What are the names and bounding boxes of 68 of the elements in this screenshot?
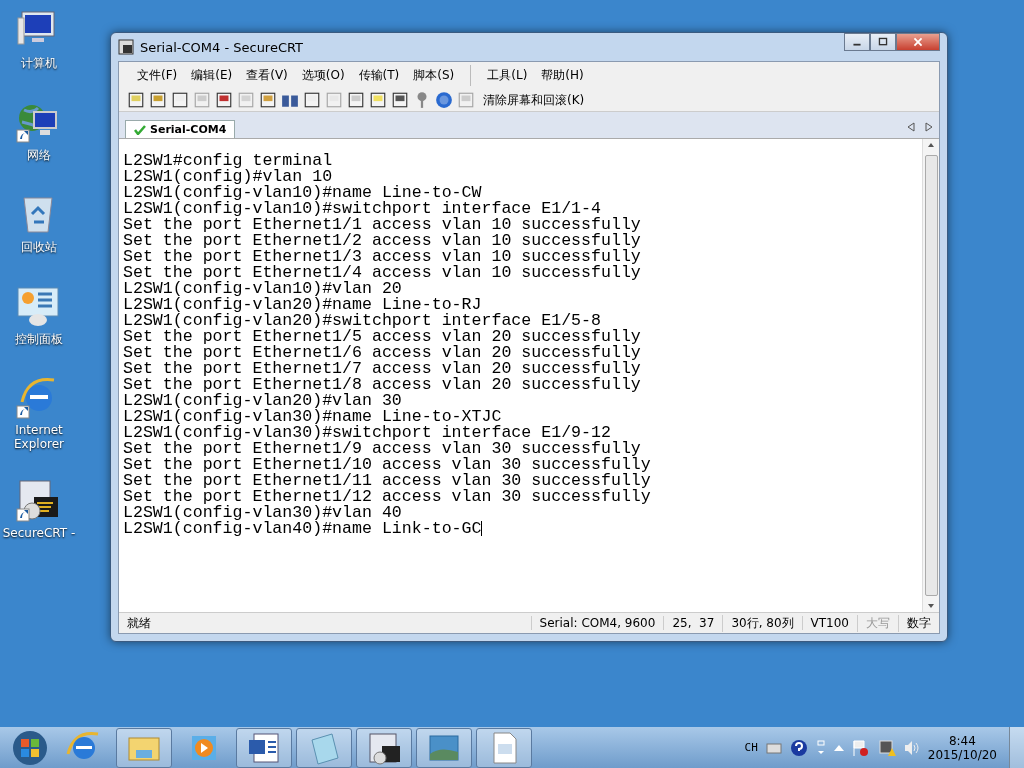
- text-cursor: [481, 521, 483, 537]
- terminal-line: Set the port Ethernet1/12 access vlan 30 successfully: [123, 489, 651, 505]
- terminal-line: L2SW1(config-vlan10)#switchport interface E1/1-4: [123, 201, 601, 217]
- desktop-icon-label[interactable]: 网络: [27, 147, 51, 164]
- terminal-line: L2SW1(config-vlan30)#switchport interface E1/9-12: [123, 425, 611, 441]
- taskbar-app-button[interactable]: [356, 727, 412, 768]
- status-field: 大写: [857, 614, 898, 632]
- clear-screen-label[interactable]: 清除屏幕和回滚(K): [483, 91, 585, 109]
- menu-item[interactable]: 传输(T): [352, 65, 406, 86]
- keyboard-icon[interactable]: [765, 741, 782, 754]
- terminal-line: L2SW1(config-vlan20)#name Line-to-RJ: [123, 297, 482, 313]
- help-icon[interactable]: [789, 738, 808, 757]
- menu-item[interactable]: 查看(V): [240, 65, 294, 86]
- status-field: VT100: [801, 616, 857, 630]
- terminal-line: Set the port Ethernet1/7 access vlan 20 successfully: [123, 361, 641, 377]
- maximize-button[interactable]: [870, 33, 896, 51]
- desktop-icon-label[interactable]: Internet Explorer: [14, 423, 64, 451]
- status-field: 30行, 80列: [722, 614, 802, 632]
- terminal-line: Set the port Ethernet1/2 access vlan 10 successfully: [123, 233, 641, 249]
- terminal-line: Set the port Ethernet1/4 access vlan 10 successfully: [123, 265, 641, 281]
- control-panel-icon[interactable]: [16, 284, 62, 328]
- terminal-line: L2SW1(config-vlan30)#name Line-to-XTJC: [123, 409, 502, 425]
- terminal-line: L2SW1(config-vlan10)#name Line-to-CW: [123, 185, 482, 201]
- menu-item[interactable]: 选项(O): [295, 65, 351, 86]
- desktop-icon-label[interactable]: SecureCRT -: [2, 526, 76, 540]
- terminal-line: Set the port Ethernet1/9 access vlan 30 successfully: [123, 441, 641, 457]
- desktop-icon-label[interactable]: 计算机: [21, 55, 57, 72]
- terminal-line: L2SW1(config-vlan10)#vlan 20: [123, 281, 402, 297]
- terminal-line: Set the port Ethernet1/8 access vlan 20 successfully: [123, 377, 641, 393]
- desktop-icon-label[interactable]: 控制面板: [15, 331, 63, 348]
- terminal-line: L2SW1#config terminal: [123, 153, 333, 169]
- menu-item[interactable]: 工具(L): [481, 65, 534, 86]
- minimize-button[interactable]: [844, 33, 870, 51]
- window-title: Serial-COM4 - SecureCRT: [140, 39, 304, 55]
- taskbar-app-button[interactable]: [236, 727, 292, 768]
- help-icon[interactable]: [435, 91, 453, 109]
- menu-item[interactable]: 文件(F): [131, 65, 184, 86]
- status-field: 25, 37: [663, 616, 723, 630]
- menu-item[interactable]: 脚本(S): [407, 65, 461, 86]
- terminal-line: L2SW1(config-vlan40)#name Link-to-GC: [123, 521, 483, 537]
- close-button[interactable]: [896, 33, 940, 51]
- tab-left-arrow-icon[interactable]: [907, 122, 915, 132]
- scrollbar[interactable]: [922, 139, 939, 612]
- terminal-line: Set the port Ethernet1/3 access vlan 10 successfully: [123, 249, 641, 265]
- terminal-line: L2SW1(config-vlan20)#vlan 30: [123, 393, 402, 409]
- terminal-line: Set the port Ethernet1/10 access vlan 30 successfully: [123, 457, 651, 473]
- terminal-line: L2SW1(config)#vlan 10: [123, 169, 333, 185]
- tab-right-arrow-icon[interactable]: [925, 122, 933, 132]
- app-window-icon: [118, 39, 134, 55]
- status-field: 就绪: [119, 614, 159, 632]
- clock-time[interactable]: 8:44: [948, 733, 976, 748]
- clock-date[interactable]: 2015/10/20: [927, 747, 997, 762]
- caret-up-icon[interactable]: [833, 743, 844, 752]
- terminal-line: Set the port Ethernet1/11 access vlan 30 successfully: [123, 473, 651, 489]
- terminal-line: Set the port Ethernet1/5 access vlan 20 successfully: [123, 329, 641, 345]
- menu-item[interactable]: 编辑(E): [185, 65, 239, 86]
- terminal-line: Set the port Ethernet1/1 access vlan 10 successfully: [123, 217, 641, 233]
- status-field: 数字: [898, 614, 939, 632]
- restore-icon[interactable]: [815, 739, 826, 756]
- terminal-line: L2SW1(config-vlan20)#switchport interface E1/5-8: [123, 313, 601, 329]
- terminal-line: L2SW1(config-vlan30)#vlan 40: [123, 505, 402, 521]
- terminal-line: Set the port Ethernet1/6 access vlan 20 successfully: [123, 345, 641, 361]
- menu-item[interactable]: 帮助(H): [535, 65, 590, 86]
- desktop-icon-label[interactable]: 回收站: [21, 239, 57, 256]
- show-desktop-button[interactable]: [1009, 727, 1024, 768]
- status-field: Serial: COM4, 9600: [530, 616, 664, 630]
- session-tab[interactable]: Serial-COM4: [125, 120, 236, 138]
- language-indicator[interactable]: CH: [744, 741, 758, 754]
